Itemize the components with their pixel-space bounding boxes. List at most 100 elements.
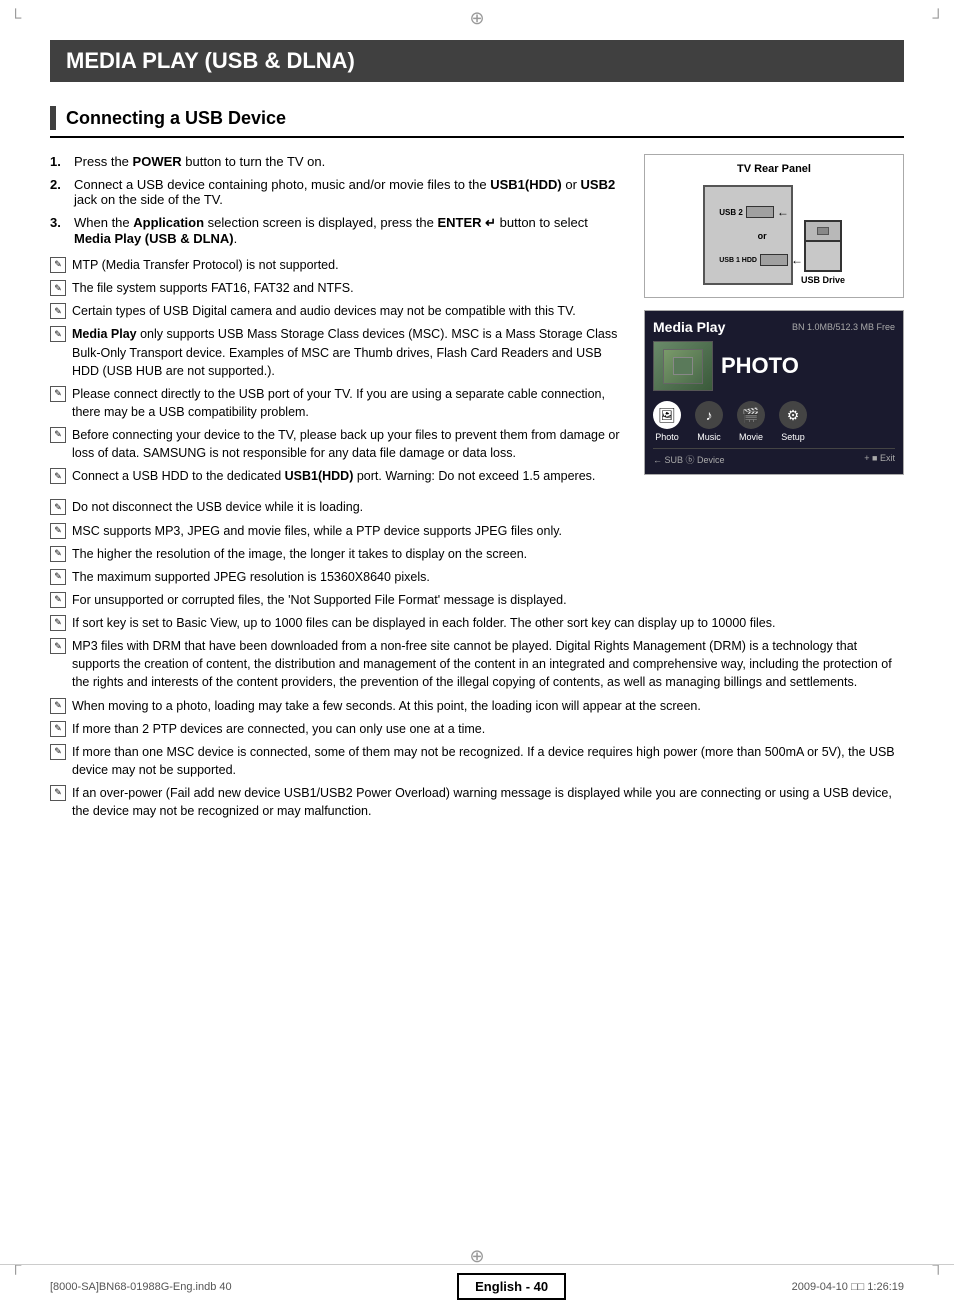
mp-icon-setup-label: Setup xyxy=(781,432,805,442)
note-text: If more than 2 PTP devices are connected… xyxy=(72,720,485,738)
step-1-num: 1. xyxy=(50,154,68,169)
note-icon xyxy=(50,721,66,737)
note-item: If an over-power (Fail add new device US… xyxy=(50,784,904,820)
note-text: MP3 files with DRM that have been downlo… xyxy=(72,637,904,691)
note-icon xyxy=(50,546,66,562)
page-title: MEDIA PLAY (USB & DLNA) xyxy=(50,40,904,82)
section-heading-bar xyxy=(50,106,56,130)
note-item: Please connect directly to the USB port … xyxy=(50,385,624,421)
step-2-num: 2. xyxy=(50,177,68,207)
note-icon xyxy=(50,785,66,801)
note-icon xyxy=(50,427,66,443)
note-item: When moving to a photo, loading may take… xyxy=(50,697,904,715)
mp-icon-music[interactable]: ♪ Music xyxy=(695,401,723,442)
note-item: If sort key is set to Basic View, up to … xyxy=(50,614,904,632)
note-icon xyxy=(50,569,66,585)
mp-icon-movie[interactable]: 🎬 Movie xyxy=(737,401,765,442)
mp-icon-music-circle: ♪ xyxy=(695,401,723,429)
mp-bottom-right: + ■ Exit xyxy=(864,453,895,466)
note-item: If more than one MSC device is connected… xyxy=(50,743,904,779)
step-2-text: Connect a USB device containing photo, m… xyxy=(74,177,624,207)
note-text: For unsupported or corrupted files, the … xyxy=(72,591,567,609)
mp-icon-setup-circle: ⚙ xyxy=(779,401,807,429)
note-text: The file system supports FAT16, FAT32 an… xyxy=(72,279,354,297)
note-item: MSC supports MP3, JPEG and movie files, … xyxy=(50,522,904,540)
note-icon xyxy=(50,638,66,654)
note-text: If sort key is set to Basic View, up to … xyxy=(72,614,775,632)
media-play-screenshot: Media Play BN 1.0MB/512.3 MB Free PHOTO … xyxy=(644,310,904,475)
note-icon xyxy=(50,468,66,484)
note-item: MTP (Media Transfer Protocol) is not sup… xyxy=(50,256,624,274)
step-3-num: 3. xyxy=(50,215,68,246)
mp-icons-row: 🖼 Photo ♪ Music 🎬 Movie ⚙ Setup xyxy=(653,401,895,442)
main-content: 1. Press the POWER button to turn the TV… xyxy=(50,154,904,490)
step-3-text: When the Application selection screen is… xyxy=(74,215,624,246)
note-icon xyxy=(50,744,66,760)
corner-tr: ┘ xyxy=(933,10,944,28)
footer-right: 2009-04-10 □□ 1:26:19 xyxy=(792,1281,904,1293)
note-text: Please connect directly to the USB port … xyxy=(72,385,624,421)
note-item: For unsupported or corrupted files, the … xyxy=(50,591,904,609)
note-item: Certain types of USB Digital camera and … xyxy=(50,302,624,320)
mp-icon-photo-circle: 🖼 xyxy=(653,401,681,429)
mp-icon-photo-label: Photo xyxy=(655,432,679,442)
note-icon xyxy=(50,523,66,539)
note-icon xyxy=(50,257,66,273)
note-text: Do not disconnect the USB device while i… xyxy=(72,498,363,516)
note-text: Connect a USB HDD to the dedicated USB1(… xyxy=(72,467,595,485)
mp-photo-thumb xyxy=(653,341,713,391)
note-text: When moving to a photo, loading may take… xyxy=(72,697,701,715)
mp-icon-photo[interactable]: 🖼 Photo xyxy=(653,401,681,442)
full-note-list: Do not disconnect the USB device while i… xyxy=(50,498,904,820)
tv-panel-box: TV Rear Panel USB 2 ← or xyxy=(644,154,904,298)
mp-photo-label: PHOTO xyxy=(721,353,799,379)
image-area: TV Rear Panel USB 2 ← or xyxy=(644,154,904,490)
note-item: Media Play only supports USB Mass Storag… xyxy=(50,325,624,379)
mp-bottom-bar: ← SUB ⓑ Device + ■ Exit xyxy=(653,448,895,466)
tv-panel-title: TV Rear Panel xyxy=(653,163,895,175)
footer-left: [8000-SA]BN68-01988G-Eng.indb 40 xyxy=(50,1281,232,1293)
note-icon xyxy=(50,326,66,342)
note-item: The file system supports FAT16, FAT32 an… xyxy=(50,279,624,297)
step-1: 1. Press the POWER button to turn the TV… xyxy=(50,154,624,169)
note-icon xyxy=(50,280,66,296)
note-list-col: MTP (Media Transfer Protocol) is not sup… xyxy=(50,256,624,485)
note-text: The maximum supported JPEG resolution is… xyxy=(72,568,430,586)
mp-icon-setup[interactable]: ⚙ Setup xyxy=(779,401,807,442)
note-icon xyxy=(50,615,66,631)
note-item: The maximum supported JPEG resolution is… xyxy=(50,568,904,586)
step-3: 3. When the Application selection screen… xyxy=(50,215,624,246)
usb-drive-label: USB Drive xyxy=(801,275,845,285)
note-text: The higher the resolution of the image, … xyxy=(72,545,527,563)
note-item: Before connecting your device to the TV,… xyxy=(50,426,624,462)
mp-icon-movie-circle: 🎬 xyxy=(737,401,765,429)
mp-bottom-left: ← SUB ⓑ Device xyxy=(653,453,725,466)
note-text: If an over-power (Fail add new device US… xyxy=(72,784,904,820)
note-icon xyxy=(50,698,66,714)
mp-storage: BN 1.0MB/512.3 MB Free xyxy=(792,322,895,332)
note-text: If more than one MSC device is connected… xyxy=(72,743,904,779)
text-area: 1. Press the POWER button to turn the TV… xyxy=(50,154,624,490)
note-icon xyxy=(50,592,66,608)
mp-icon-music-label: Music xyxy=(697,432,721,442)
mp-app-title: Media Play xyxy=(653,319,725,335)
note-icon xyxy=(50,303,66,319)
note-text: Certain types of USB Digital camera and … xyxy=(72,302,576,320)
corner-tl: └ xyxy=(10,10,21,28)
note-item: Do not disconnect the USB device while i… xyxy=(50,498,904,516)
mp-photo-area: PHOTO xyxy=(653,341,895,391)
note-icon xyxy=(50,499,66,515)
step-1-text: Press the POWER button to turn the TV on… xyxy=(74,154,624,169)
note-item: MP3 files with DRM that have been downlo… xyxy=(50,637,904,691)
footer: [8000-SA]BN68-01988G-Eng.indb 40 English… xyxy=(0,1264,954,1300)
note-item: If more than 2 PTP devices are connected… xyxy=(50,720,904,738)
note-text: MTP (Media Transfer Protocol) is not sup… xyxy=(72,256,339,274)
mp-icon-movie-label: Movie xyxy=(739,432,763,442)
note-icon xyxy=(50,386,66,402)
note-text: Media Play only supports USB Mass Storag… xyxy=(72,325,624,379)
note-item: Connect a USB HDD to the dedicated USB1(… xyxy=(50,467,624,485)
note-text: MSC supports MP3, JPEG and movie files, … xyxy=(72,522,562,540)
mp-header: Media Play BN 1.0MB/512.3 MB Free xyxy=(653,319,895,335)
section-heading-text: Connecting a USB Device xyxy=(66,108,286,129)
note-text: Before connecting your device to the TV,… xyxy=(72,426,624,462)
